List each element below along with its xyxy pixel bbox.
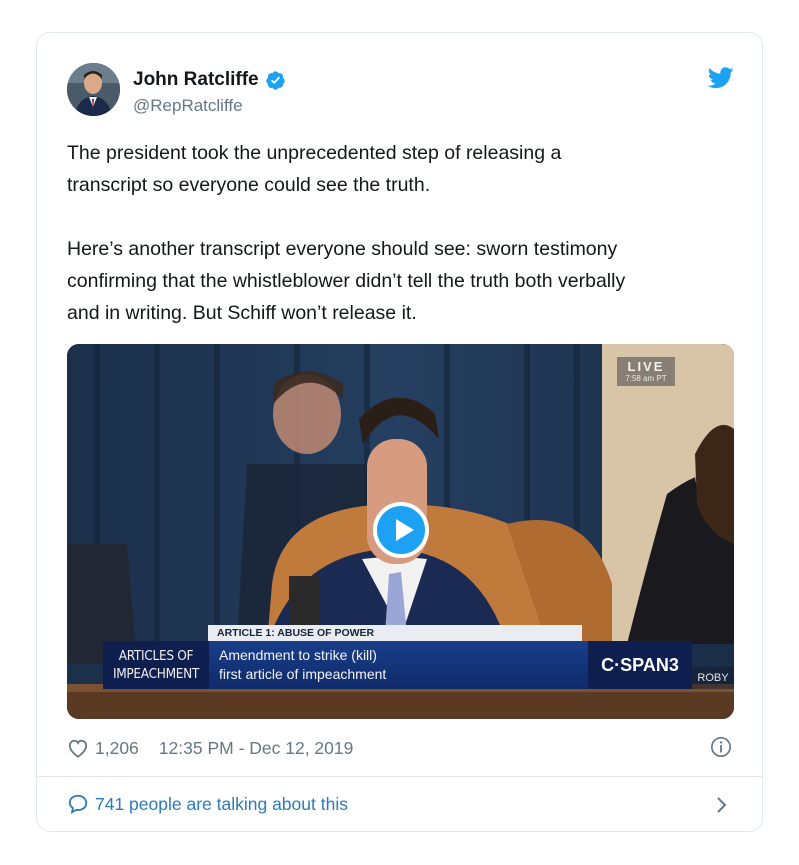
chyron-section-line2: IMPEACHMENT	[112, 666, 200, 682]
info-icon[interactable]	[710, 736, 732, 758]
speech-bubble-icon	[68, 794, 88, 815]
network-logo: C·SPAN3	[588, 641, 692, 689]
avatar[interactable]	[67, 63, 120, 116]
video-player[interactable]: LIVE 7:58 am PT ARTICLE 1: ABUSE OF POWE…	[67, 344, 734, 719]
heart-icon[interactable]	[67, 738, 89, 758]
live-badge: LIVE 7:58 am PT	[617, 357, 675, 386]
chyron-caption: Amendment to strike (kill) first article…	[209, 641, 589, 689]
tweet-text: The president took the unprecedented ste…	[67, 142, 626, 324]
twitter-bird-icon[interactable]	[708, 67, 734, 89]
like-count[interactable]: 1,206	[95, 738, 139, 759]
avatar-image	[67, 63, 120, 116]
tweet-timestamp[interactable]: 12:35 PM - Dec 12, 2019	[159, 738, 354, 759]
live-label: LIVE	[627, 359, 665, 374]
chyron-section-label: ARTICLES OF IMPEACHMENT	[103, 641, 209, 689]
chyron-header: ARTICLE 1: ABUSE OF POWER	[208, 625, 582, 641]
tweet-card: John Ratcliffe @RepRatcliffe The preside…	[36, 32, 763, 832]
name-tag: ROBY	[692, 667, 734, 689]
author-name[interactable]: John Ratcliffe	[133, 69, 259, 91]
chevron-right-icon[interactable]	[715, 794, 729, 816]
live-time: 7:58 am PT	[625, 374, 667, 383]
divider	[37, 776, 762, 777]
conversation-link[interactable]: 741 people are talking about this	[67, 793, 348, 815]
tweet-meta: 1,206 12:35 PM - Dec 12, 2019	[67, 736, 353, 760]
play-icon[interactable]	[373, 502, 429, 558]
chyron-caption-line1: Amendment to strike (kill)	[219, 647, 377, 663]
chyron-section-line1: ARTICLES OF	[118, 648, 194, 664]
conversation-count[interactable]: 741 people are talking about this	[95, 794, 348, 815]
author-handle[interactable]: @RepRatcliffe	[133, 96, 243, 116]
chyron-caption-line2: first article of impeachment	[219, 666, 387, 682]
verified-badge-icon	[265, 70, 285, 90]
